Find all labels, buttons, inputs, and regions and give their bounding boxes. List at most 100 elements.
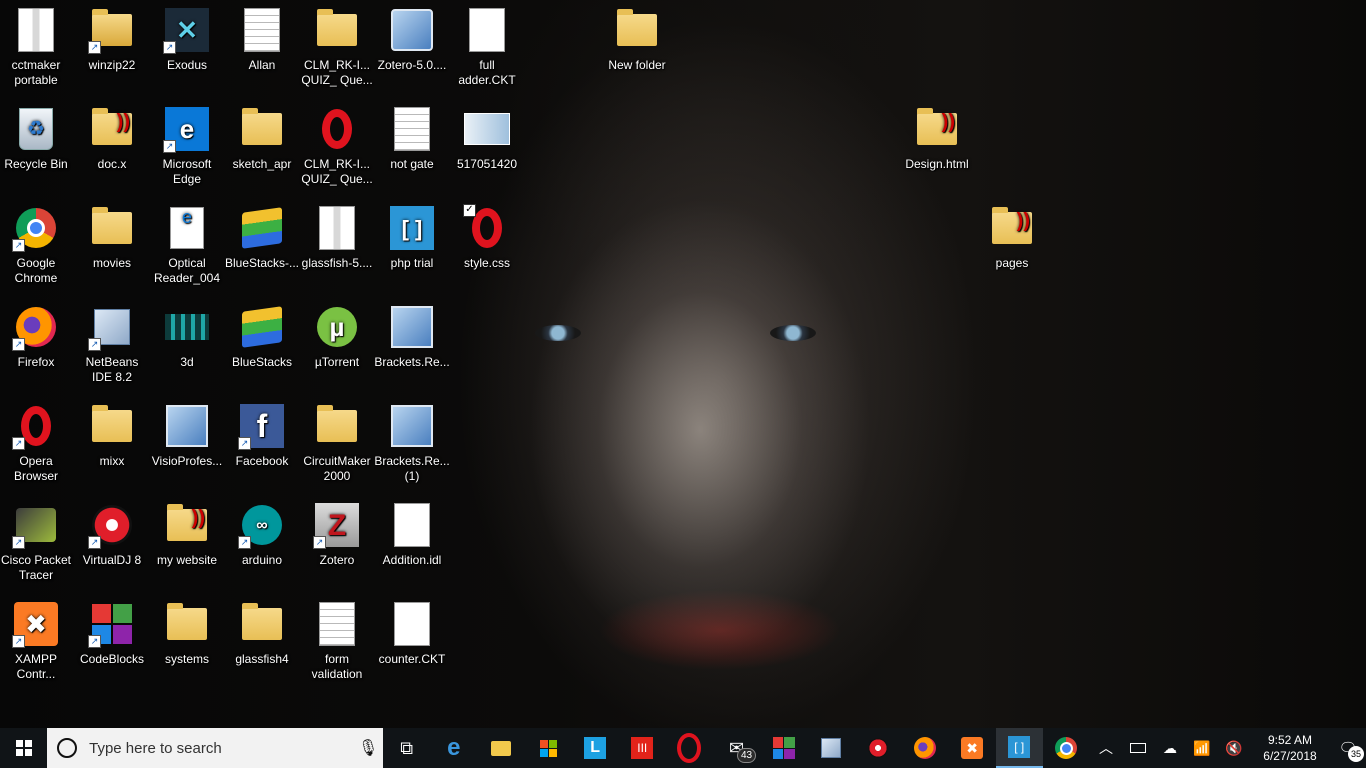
desktop-icon-label: not gate [390, 157, 434, 171]
taskbar-red-app[interactable]: III [619, 728, 666, 768]
desktop-icon-mixx[interactable]: mixx [74, 396, 150, 492]
desktop-icon-label: BlueStacks [231, 355, 293, 369]
desktop-icon-label: Google Chrome [14, 256, 58, 285]
action-center-button[interactable]: 🗨 35 [1330, 728, 1366, 768]
desktop-icon-chrome[interactable]: ↗ Google Chrome [0, 198, 74, 294]
firefox-icon [914, 737, 937, 759]
cisco-icon: ↗ [12, 501, 60, 549]
desktop-icon-glassfish4[interactable]: glassfish4 [224, 594, 300, 690]
desktop-icon-label: mixx [99, 454, 125, 468]
desktop-icon-visio[interactable]: VisioProfes... [149, 396, 225, 492]
desktop-icon-utorrent[interactable]: µ µTorrent [299, 297, 375, 393]
taskbar-firefox[interactable] [901, 728, 948, 768]
microphone-icon[interactable]: 🎙 [353, 738, 383, 758]
desktop-icon-my-website[interactable]: )) my website [149, 495, 225, 591]
desktop-icon-label: Cisco Packet Tracer [0, 553, 72, 582]
desktop-icon-label: winzip22 [88, 58, 136, 72]
desktop-icon-label: arduino [241, 553, 283, 567]
desktop-icon-netbeans[interactable]: ↗ NetBeans IDE 8.2 [74, 297, 150, 393]
desktop-icon-517051420[interactable]: 517051420 [449, 99, 525, 195]
desktop-icon-bluestacks-installer[interactable]: BlueStacks-... [224, 198, 300, 294]
volume-button[interactable]: 🔇 [1218, 728, 1250, 768]
desktop-icon-optical-reader[interactable]: e Optical Reader_004 [149, 198, 225, 294]
wallpaper-right-eye [770, 325, 816, 341]
desktop-icon-bluestacks[interactable]: BlueStacks [224, 297, 300, 393]
desktop-icon-full-adder[interactable]: full adder.CKT [449, 0, 525, 96]
taskbar-search-box[interactable]: Type here to search 🎙 [47, 728, 384, 768]
desktop-icon-winzip[interactable]: ↗ winzip22 [74, 0, 150, 96]
clock[interactable]: 9:52 AM 6/27/2018 [1250, 732, 1330, 764]
text-document-icon [313, 600, 361, 648]
desktop-icon-form-validation[interactable]: form validation [299, 594, 375, 690]
desktop-icon-circuitmaker[interactable]: CircuitMaker 2000 [299, 396, 375, 492]
taskbar-chrome[interactable] [1043, 728, 1090, 768]
taskbar-l-app[interactable]: L [572, 728, 619, 768]
desktop-icon-allan[interactable]: Allan [224, 0, 300, 96]
desktop-icon-label: full adder.CKT [458, 58, 516, 87]
desktop-icon-zotero-installer[interactable]: Zotero-5.0.... [374, 0, 450, 96]
desktop-icon-label: style.css [463, 256, 510, 270]
zip-folder-icon [313, 204, 361, 252]
taskbar-file-explorer[interactable] [477, 728, 524, 768]
edge-icon: e ↗ [163, 105, 211, 153]
desktop-icon-cisco-packet-tracer[interactable]: ↗ Cisco Packet Tracer [0, 495, 74, 591]
taskbar-virtualdj[interactable] [854, 728, 901, 768]
desktop-icon-virtualdj[interactable]: ↗ VirtualDJ 8 [74, 495, 150, 591]
desktop-icon-glassfish-zip[interactable]: glassfish-5.... [299, 198, 375, 294]
desktop-icon-clm-quiz-folder[interactable]: CLM_RK-I... QUIZ_ Que... [299, 0, 375, 96]
desktop-icon-not-gate[interactable]: not gate [374, 99, 450, 195]
desktop-icon-addition-idl[interactable]: Addition.idl [374, 495, 450, 591]
desktop-icon-label: Optical Reader_004 [153, 256, 221, 285]
desktop-icon-label: Microsoft Edge [162, 157, 212, 186]
desktop-icon-brackets-release-1[interactable]: Brackets.Re... (1) [374, 396, 450, 492]
desktop-icon-arduino[interactable]: ∞ ↗ arduino [224, 495, 300, 591]
desktop-icon-sketch-apr[interactable]: sketch_apr [224, 99, 300, 195]
taskbar-codeblocks[interactable] [760, 728, 807, 768]
desktop-icon-new-folder[interactable]: New folder [599, 0, 675, 96]
desktop-icon-label: glassfish4 [235, 652, 289, 666]
desktop-icon-brackets-release[interactable]: Brackets.Re... [374, 297, 450, 393]
folder-icon [88, 402, 136, 450]
taskbar-mail[interactable]: ✉ 43 [713, 728, 760, 768]
desktop-icon-firefox[interactable]: ↗ Firefox [0, 297, 74, 393]
desktop-icon-zotero[interactable]: Z ↗ Zotero [299, 495, 375, 591]
taskbar-opera[interactable] [666, 728, 713, 768]
desktop-icon-opera-browser[interactable]: ↗ Opera Browser [0, 396, 74, 492]
taskbar-brackets[interactable]: [ ] [995, 728, 1043, 768]
desktop-icon-counter-ckt[interactable]: counter.CKT [374, 594, 450, 690]
taskbar-store[interactable] [524, 728, 571, 768]
desktop-icon-exodus[interactable]: ✕ ↗ Exodus [149, 0, 225, 96]
desktop-icon-edge[interactable]: e ↗ Microsoft Edge [149, 99, 225, 195]
desktop-icon-label: XAMPP Contr... [14, 652, 57, 681]
edge-icon: e [447, 734, 461, 761]
desktop-icon-pages[interactable]: )) pages [974, 198, 1050, 294]
battery-button[interactable] [1122, 728, 1154, 768]
desktop-icon-docx[interactable]: )) doc.x [74, 99, 150, 195]
desktop-icon-xampp[interactable]: ✖ ↗ XAMPP Contr... [0, 594, 74, 690]
desktop-icon-style-css[interactable]: ✓ style.css [449, 198, 525, 294]
desktop-icon-php-trial[interactable]: [ ] php trial [374, 198, 450, 294]
desktop-icon-label: counter.CKT [378, 652, 446, 666]
desktop-icon-systems[interactable]: systems [149, 594, 225, 690]
image-file-icon [463, 105, 511, 153]
desktop-icon-clm-quiz-opera[interactable]: CLM_RK-I... QUIZ_ Que... [299, 99, 375, 195]
desktop-icon-movies[interactable]: movies [74, 198, 150, 294]
taskbar-edge[interactable]: e [430, 728, 477, 768]
desktop-icon-label: BlueStacks-... [224, 256, 300, 270]
show-hidden-icons-button[interactable]: ︿ [1090, 728, 1122, 768]
desktop-icon-label: my website [156, 553, 218, 567]
desktop-icon-facebook[interactable]: f ↗ Facebook [224, 396, 300, 492]
desktop-icon-label: doc.x [97, 157, 127, 171]
task-view-button[interactable]: ⧉ [383, 728, 430, 768]
taskbar-netbeans[interactable] [807, 728, 854, 768]
desktop-icon-cctmaker[interactable]: cctmaker portable [0, 0, 74, 96]
desktop-icon-codeblocks[interactable]: ↗ CodeBlocks [74, 594, 150, 690]
desktop-icon-3d[interactable]: 3d [149, 297, 225, 393]
network-button[interactable]: 📶 [1186, 728, 1218, 768]
desktop-icon-design-html[interactable]: )) Design.html [899, 99, 975, 195]
desktop-icon-recycle-bin[interactable]: ♻ Recycle Bin [0, 99, 74, 195]
battery-icon [1130, 743, 1146, 753]
taskbar-xampp[interactable]: ✖ [949, 728, 996, 768]
onedrive-button[interactable]: ☁ [1154, 728, 1186, 768]
start-button[interactable] [0, 728, 47, 768]
